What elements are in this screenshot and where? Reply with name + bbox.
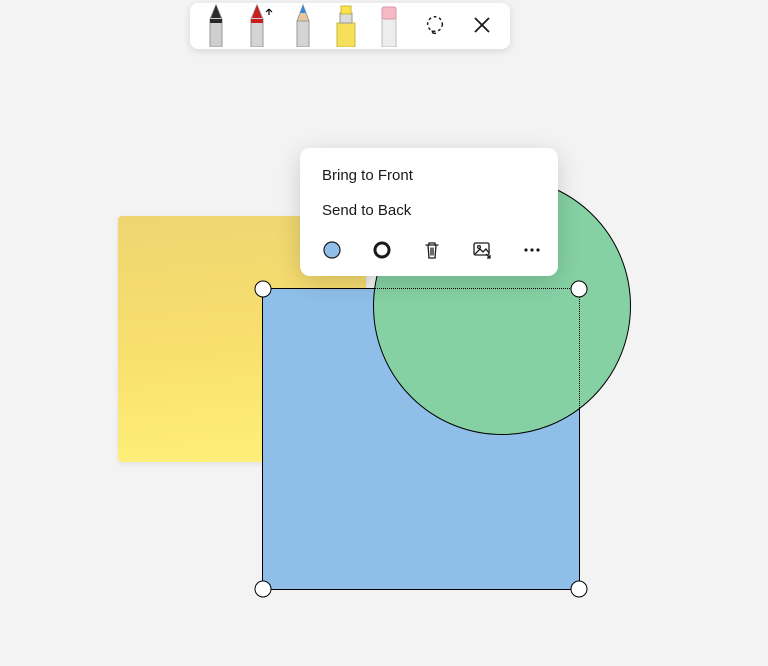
- more-icon: [522, 240, 542, 260]
- pen-black[interactable]: [200, 3, 232, 47]
- outline-color-button[interactable]: [372, 238, 392, 262]
- pen-icon: [244, 3, 274, 47]
- shape-context-menu: Bring to Front Send to Back: [300, 148, 558, 276]
- pencil-icon: [290, 3, 316, 47]
- menu-send-to-back[interactable]: Send to Back: [300, 193, 558, 228]
- canvas[interactable]: [0, 0, 768, 666]
- more-options-button[interactable]: [522, 238, 542, 262]
- close-toolbar-button[interactable]: [464, 7, 500, 43]
- ring-icon: [372, 240, 392, 260]
- fill-color-button[interactable]: [322, 238, 342, 262]
- pencil[interactable]: [287, 3, 319, 47]
- image-icon: [472, 240, 492, 260]
- close-icon: [473, 16, 491, 34]
- filled-circle-icon: [322, 240, 342, 260]
- delete-button[interactable]: [422, 238, 442, 262]
- highlighter-icon: [331, 3, 361, 47]
- lasso-icon: [424, 14, 446, 36]
- image-source-button[interactable]: [472, 238, 492, 262]
- eraser-icon: [376, 3, 402, 47]
- menu-bring-to-front[interactable]: Bring to Front: [300, 158, 558, 193]
- eraser[interactable]: [373, 3, 405, 47]
- menu-action-row: [300, 228, 558, 268]
- highlighter[interactable]: [330, 3, 362, 47]
- lasso-select-button[interactable]: [417, 7, 453, 43]
- pen-red[interactable]: [243, 3, 275, 47]
- pen-toolbar: [190, 3, 510, 49]
- pen-icon: [203, 3, 229, 47]
- trash-icon: [422, 240, 442, 260]
